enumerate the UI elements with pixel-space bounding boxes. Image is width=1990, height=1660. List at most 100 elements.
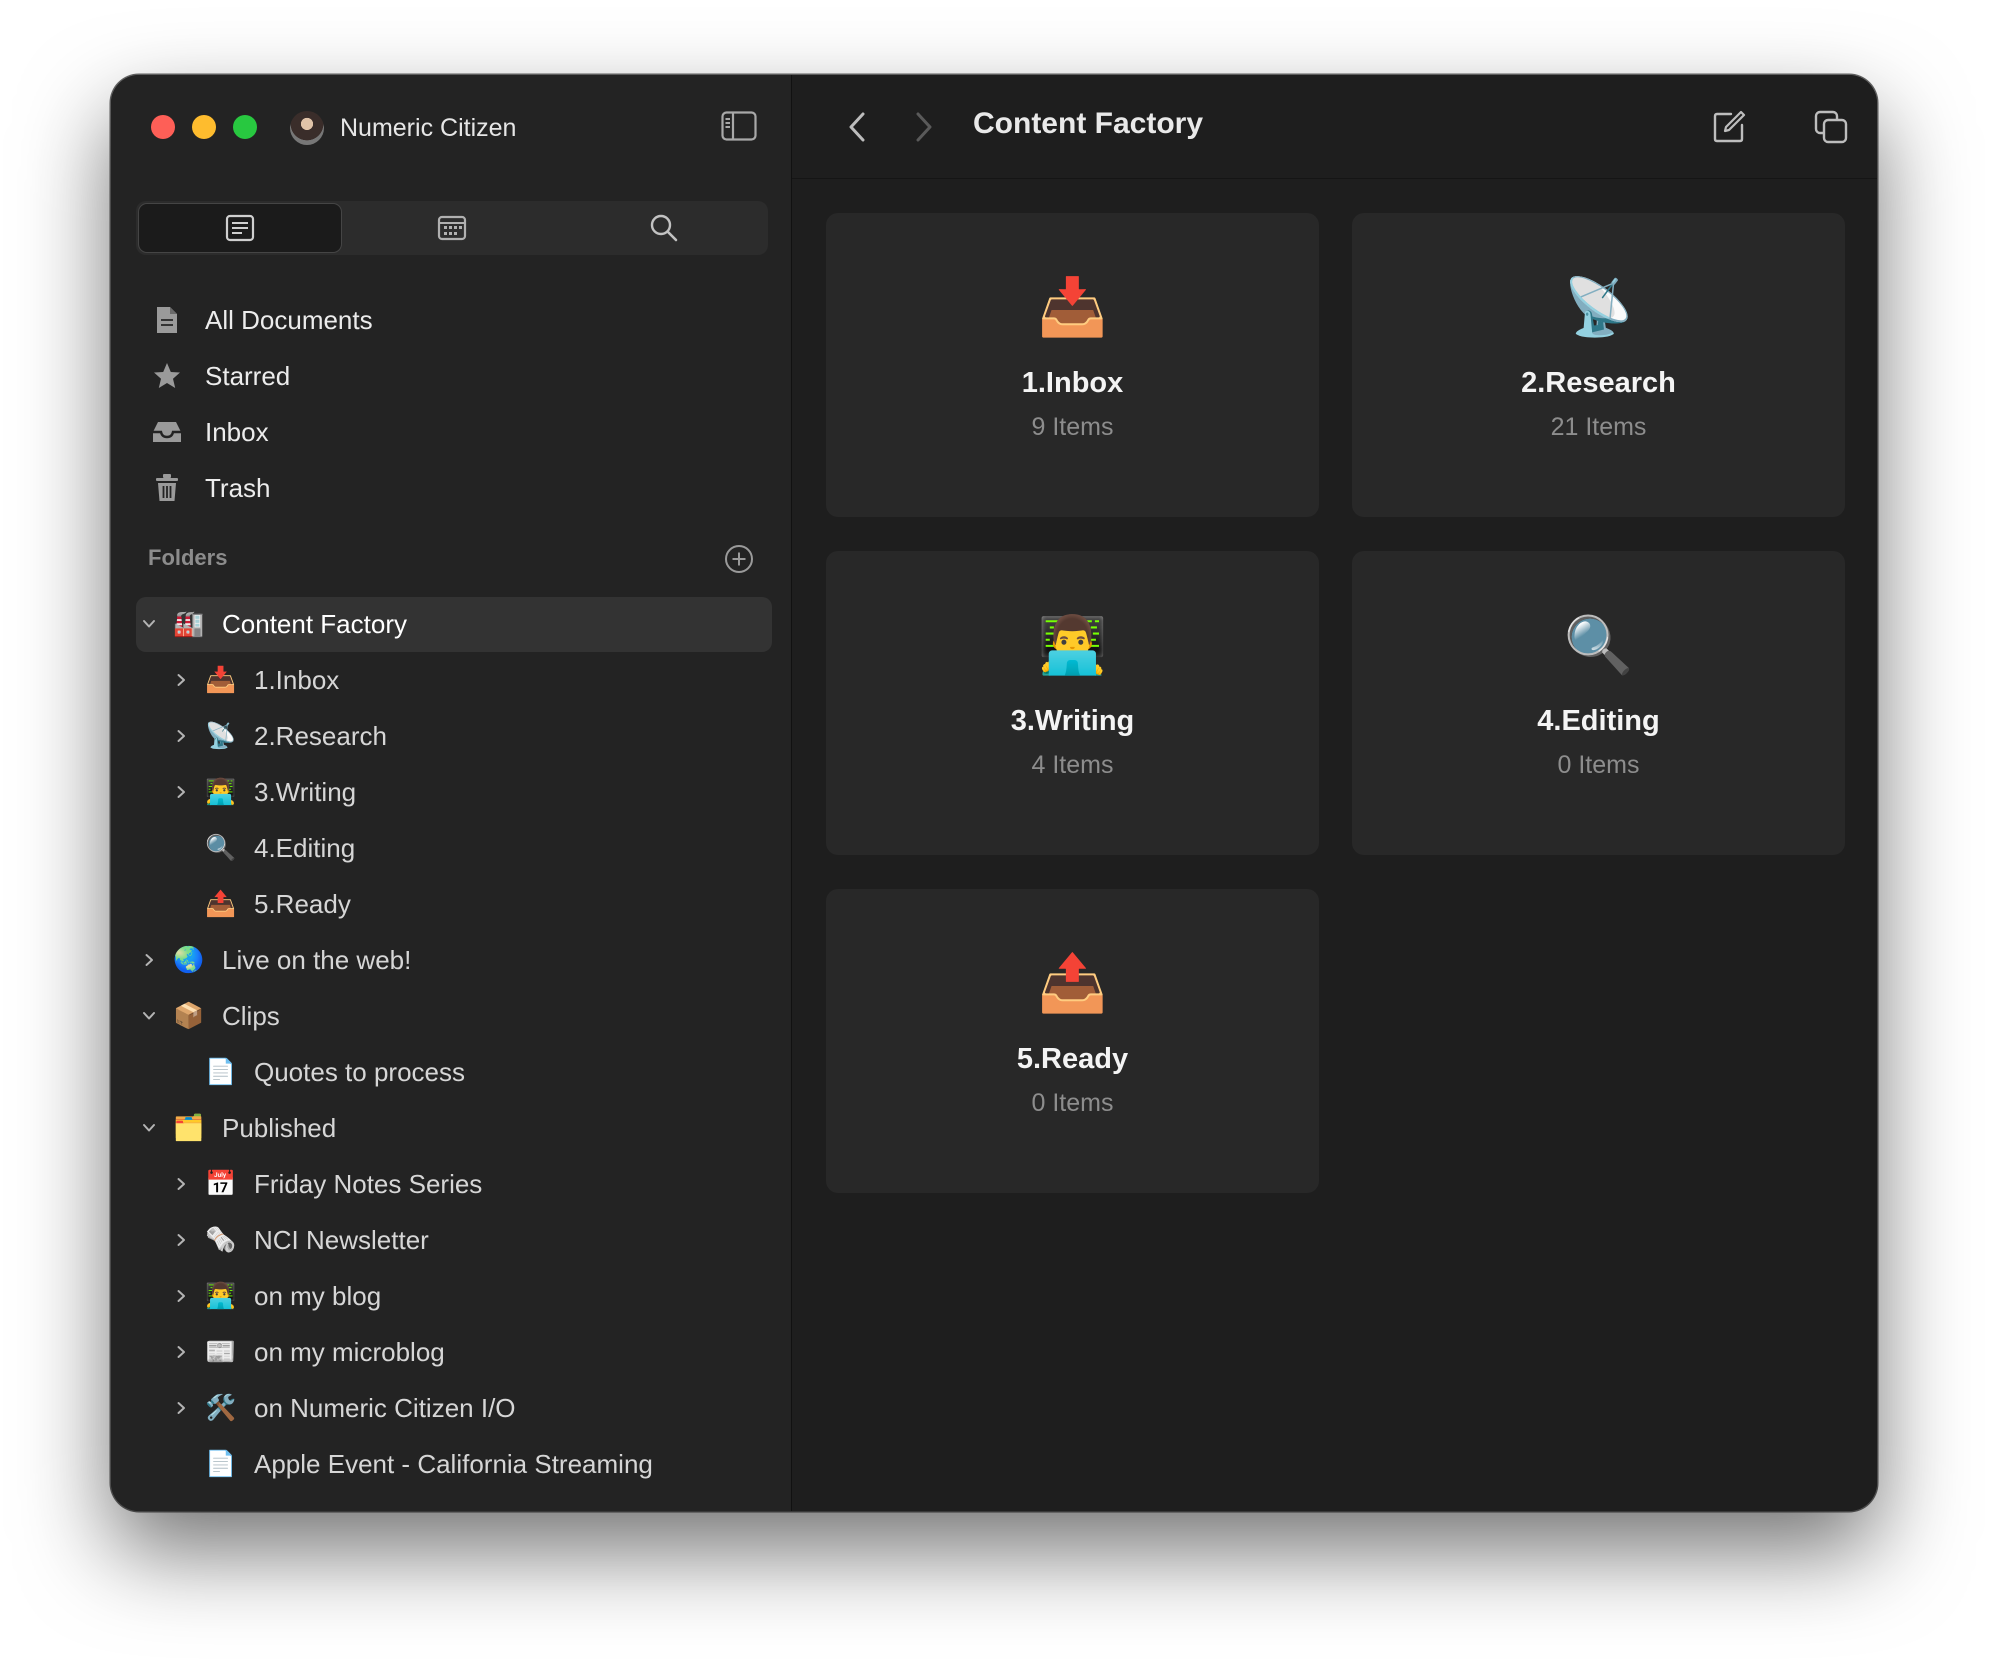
folder-card-4-editing[interactable]: 🔍 4.Editing 0 Items	[1352, 551, 1845, 855]
app-window: Numeric Citizen All Documents Starred In…	[111, 75, 1877, 1511]
technologist-icon: 👨‍💻	[205, 777, 237, 806]
page-title: Content Factory	[973, 107, 1204, 140]
folder-label: Live on the web!	[222, 944, 412, 975]
folder-card-5-ready[interactable]: 📤 5.Ready 0 Items	[826, 889, 1319, 1193]
rolled-newspaper-icon: 🗞️	[205, 1225, 237, 1254]
chevron-right-icon[interactable]	[171, 1174, 191, 1194]
zoom-button[interactable]	[233, 115, 257, 139]
folders-header: Folders	[148, 545, 228, 570]
account-avatar[interactable]	[290, 111, 324, 145]
globe-icon: 🌏	[173, 945, 205, 974]
folder-clips[interactable]: 📦 Clips	[139, 993, 280, 1039]
card-count: 4 Items	[1031, 751, 1114, 779]
card-title: 3.Writing	[1010, 705, 1135, 737]
page-icon: 📄	[205, 1449, 237, 1478]
calendar-icon	[437, 215, 467, 241]
folder-apple-event[interactable]: 📄 Apple Event - California Streaming	[171, 1441, 652, 1487]
folder-quotes-to-process[interactable]: 📄 Quotes to process	[171, 1049, 465, 1095]
folder-on-my-blog[interactable]: 👨‍💻 on my blog	[171, 1273, 381, 1319]
toolbar-divider	[792, 178, 1877, 179]
chevron-right-icon[interactable]	[171, 1398, 191, 1418]
folder-label: on my microblog	[254, 1336, 445, 1367]
document-icon	[151, 304, 183, 336]
folder-label: 1.Inbox	[254, 664, 340, 695]
card-count: 0 Items	[1557, 751, 1640, 779]
folder-nci-newsletter[interactable]: 🗞️ NCI Newsletter	[171, 1217, 429, 1263]
search-tab[interactable]	[563, 204, 765, 252]
folder-label: on Numeric Citizen I/O	[254, 1392, 516, 1423]
folder-on-numeric-citizen-io[interactable]: 🛠️ on Numeric Citizen I/O	[171, 1385, 516, 1431]
card-count: 0 Items	[1031, 1089, 1114, 1117]
folder-label: Quotes to process	[254, 1056, 465, 1087]
folder-1-inbox[interactable]: 📥 1.Inbox	[171, 657, 339, 703]
chevron-down-icon[interactable]	[139, 1118, 159, 1138]
star-icon	[151, 360, 183, 392]
duplicate-icon[interactable]	[1813, 109, 1849, 145]
chevron-right-icon[interactable]	[171, 1342, 191, 1362]
page-icon: 📄	[205, 1057, 237, 1086]
inbox-icon	[151, 416, 183, 448]
outbox-tray-icon: 📤	[205, 889, 237, 918]
folder-card-1-inbox[interactable]: 📥 1.Inbox 9 Items	[826, 213, 1319, 517]
chevron-right-icon[interactable]	[171, 670, 191, 690]
magnifying-glass-icon: 🔍	[205, 833, 237, 862]
chevron-right-icon[interactable]	[171, 1286, 191, 1306]
back-icon[interactable]	[846, 110, 870, 144]
minimize-button[interactable]	[192, 115, 216, 139]
nav-label: Starred	[205, 360, 291, 391]
folder-content-factory[interactable]: 🏭 Content Factory	[139, 601, 407, 647]
folder-label: 2.Research	[254, 720, 387, 751]
folder-3-writing[interactable]: 👨‍💻 3.Writing	[171, 769, 356, 815]
chevron-right-icon[interactable]	[171, 782, 191, 802]
card-title: 1.Inbox	[1021, 367, 1124, 399]
chevron-right-icon[interactable]	[171, 1230, 191, 1250]
card-index-icon: 🗂️	[173, 1113, 205, 1142]
chevron-down-icon[interactable]	[139, 614, 159, 634]
folder-label: Published	[222, 1112, 337, 1143]
card-title: 5.Ready	[1016, 1043, 1129, 1075]
folder-4-editing[interactable]: 🔍 4.Editing	[171, 825, 355, 871]
folder-2-research[interactable]: 📡 2.Research	[171, 713, 387, 759]
folder-label: Content Factory	[222, 608, 407, 639]
folder-label: Friday Notes Series	[254, 1168, 483, 1199]
folder-published[interactable]: 🗂️ Published	[139, 1105, 336, 1151]
folder-live-on-the-web[interactable]: 🌏 Live on the web!	[139, 937, 411, 983]
nav-label: Trash	[205, 472, 271, 503]
search-icon	[650, 214, 678, 242]
sidebar: Numeric Citizen All Documents Starred In…	[111, 75, 792, 1511]
folder-label: Clips	[222, 1000, 280, 1031]
folder-on-my-microblog[interactable]: 📰 on my microblog	[171, 1329, 445, 1375]
documents-tab[interactable]	[139, 204, 341, 252]
forward-icon[interactable]	[911, 110, 935, 144]
technologist-icon: 👨‍💻	[1037, 613, 1108, 676]
nav-label: All Documents	[205, 304, 373, 335]
card-title: 2.Research	[1521, 367, 1676, 399]
factory-icon: 🏭	[173, 609, 205, 638]
chevron-down-icon[interactable]	[139, 1006, 159, 1026]
calendar-emoji-icon: 📅	[205, 1169, 237, 1198]
toggle-sidebar-icon[interactable]	[721, 111, 757, 141]
nav-all-documents[interactable]: All Documents	[151, 297, 373, 343]
card-count: 9 Items	[1031, 413, 1114, 441]
calendar-tab[interactable]	[351, 204, 553, 252]
close-button[interactable]	[151, 115, 175, 139]
folder-label: 4.Editing	[254, 832, 356, 863]
nav-inbox[interactable]: Inbox	[151, 409, 269, 455]
folder-card-2-research[interactable]: 📡 2.Research 21 Items	[1352, 213, 1845, 517]
folder-5-ready[interactable]: 📤 5.Ready	[171, 881, 350, 927]
nav-label: Inbox	[205, 416, 269, 447]
nav-starred[interactable]: Starred	[151, 353, 290, 399]
nav-trash[interactable]: Trash	[151, 465, 271, 511]
magnifying-glass-icon: 🔍	[1563, 613, 1634, 676]
account-name[interactable]: Numeric Citizen	[340, 114, 516, 143]
chevron-right-icon[interactable]	[139, 950, 159, 970]
chevron-right-icon[interactable]	[171, 726, 191, 746]
tools-icon: 🛠️	[205, 1393, 237, 1422]
add-folder-icon[interactable]	[724, 544, 754, 574]
folder-card-3-writing[interactable]: 👨‍💻 3.Writing 4 Items	[826, 551, 1319, 855]
compose-icon[interactable]	[1711, 109, 1747, 145]
folder-friday-notes-series[interactable]: 📅 Friday Notes Series	[171, 1161, 482, 1207]
folder-label: on my blog	[254, 1280, 382, 1311]
technologist-icon: 👨‍💻	[205, 1281, 237, 1310]
package-icon: 📦	[173, 1001, 205, 1030]
